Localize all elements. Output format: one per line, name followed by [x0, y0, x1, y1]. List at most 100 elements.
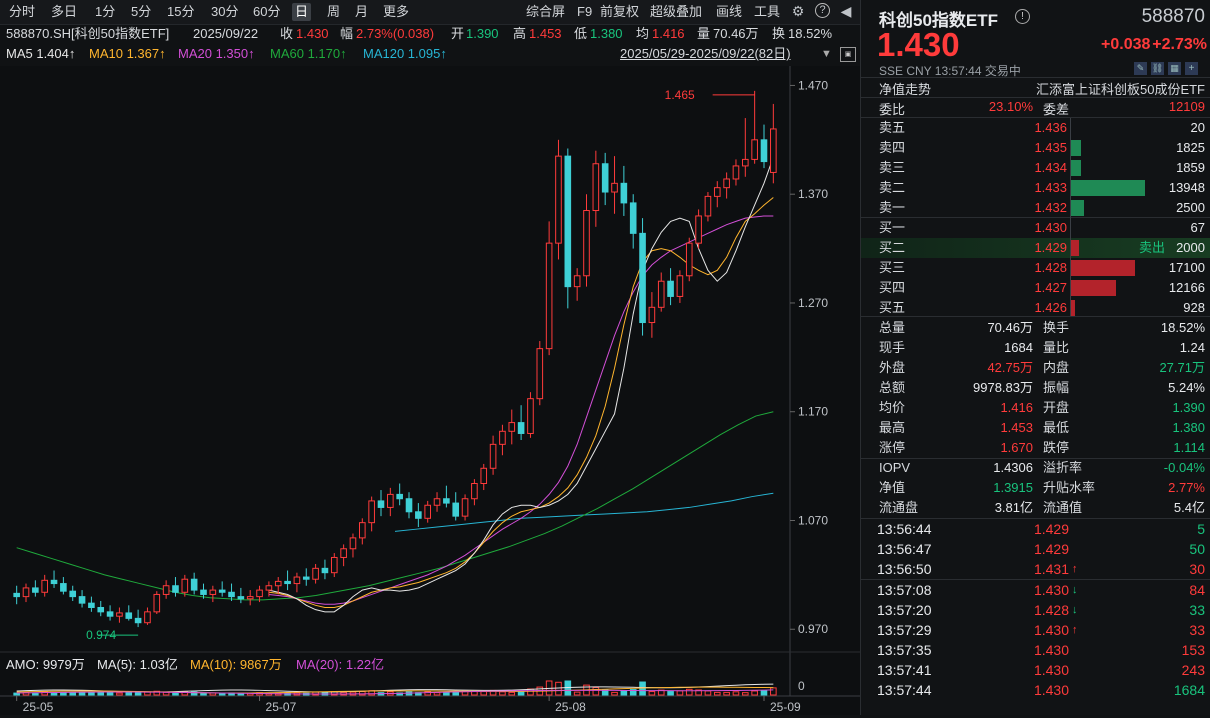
candle-body	[182, 579, 188, 592]
level-label: 买五	[879, 298, 905, 318]
period-toolbar: 分时多日 1分 5分 15分 30分 60分日周月更多 综合屏 F9前复权超级叠加画线工具 ⚙?…	[0, 0, 860, 25]
x-tick-label: 25-05	[23, 700, 54, 714]
ask-level[interactable]: 卖四1.4351825	[861, 138, 1210, 158]
tick-row: 13:56:441.4295	[861, 519, 1210, 539]
y-tick-label: 1.070	[798, 513, 828, 527]
period-tab[interactable]: 30分	[208, 3, 241, 21]
candle-body	[686, 243, 692, 276]
candle-body	[705, 196, 711, 216]
volume-bar	[434, 693, 440, 695]
open-value: 1.390	[466, 24, 499, 44]
nav-trend-link[interactable]: 净值走势	[879, 79, 931, 98]
add-icon[interactable]: +	[1185, 62, 1198, 75]
period-tab[interactable]: 60分	[250, 3, 283, 21]
price-change: +0.038	[1101, 36, 1150, 54]
period-tab[interactable]: 分时	[6, 3, 38, 21]
tick-volume: 84	[1189, 580, 1205, 600]
candle-body	[191, 579, 197, 590]
chevron-down-icon[interactable]: ▼	[821, 44, 832, 64]
bid-level[interactable]: 买二1.4292000卖出	[861, 238, 1210, 258]
volume-bar	[724, 692, 730, 695]
gear-icon[interactable]: ⚙	[790, 3, 806, 19]
toolbar-menu-item[interactable]: 画线	[713, 3, 745, 21]
tick-row: 13:57:201.428↓33	[861, 600, 1210, 620]
close-label: 收	[280, 24, 293, 44]
vol-value: 70.46万	[713, 24, 759, 44]
tick-price: 1.430	[1011, 660, 1069, 680]
toolbar-menu-item[interactable]: 工具	[751, 3, 783, 21]
stat-row: 均价1.416开盘1.390	[861, 398, 1210, 418]
candle-body	[51, 580, 57, 583]
ask-level[interactable]: 卖二1.43313948	[861, 178, 1210, 198]
level-volume: 13948	[1169, 178, 1205, 198]
volume-bar	[33, 693, 39, 695]
fund-code: 588870	[1142, 6, 1205, 28]
arrow-down-icon: ↓	[1072, 580, 1078, 600]
toolbar-menu-item[interactable]: 前复权	[597, 3, 642, 21]
bid-level[interactable]: 买四1.42712166	[861, 278, 1210, 298]
kline-chart-area[interactable]: 1.4701.3701.2701.1701.0700.97025-0525-07…	[0, 66, 860, 715]
info-icon[interactable]: !	[1015, 9, 1030, 24]
period-tab[interactable]: 1分	[92, 3, 118, 21]
tick-volume: 5	[1197, 519, 1205, 539]
level-volume: 20	[1191, 118, 1205, 138]
tick-time: 13:56:47	[877, 539, 932, 559]
period-tab[interactable]: 日	[292, 3, 311, 21]
period-tab[interactable]: 更多	[380, 3, 412, 21]
period-tab[interactable]: 15分	[164, 3, 197, 21]
stat-row: 最高1.453最低1.380	[861, 418, 1210, 438]
stat-label: 量比	[1043, 338, 1069, 358]
period-tab[interactable]: 多日	[48, 3, 80, 21]
bid-level[interactable]: 买五 1.426 928	[861, 298, 1210, 318]
arrow-left-icon[interactable]: ◀	[838, 3, 854, 19]
candle-body	[640, 233, 646, 322]
y-tick-label: 1.170	[798, 405, 828, 419]
avg-label: 均	[636, 24, 649, 44]
amo-legend: MA(20): 1.22亿	[296, 657, 384, 672]
period-tab[interactable]: 月	[352, 3, 371, 21]
toolbar-menu-item[interactable]: 综合屏	[523, 3, 568, 21]
candle-body	[369, 501, 375, 523]
period-tab[interactable]: 5分	[128, 3, 154, 21]
weibi-label: 委比	[879, 99, 905, 118]
y-tick-label: 1.270	[798, 296, 828, 310]
toolbar-menu-item[interactable]: F9	[574, 3, 595, 21]
candle-body	[481, 468, 487, 483]
level-volume: 928	[1183, 298, 1205, 318]
stat-label: 涨停	[879, 438, 905, 458]
ask-level[interactable]: 卖五1.43620	[861, 118, 1210, 138]
level-price: 1.426	[981, 298, 1067, 318]
volume-bar	[472, 692, 478, 695]
candle-body	[752, 140, 758, 160]
ask-level[interactable]: 卖一1.4322500	[861, 198, 1210, 218]
tick-row: 13:56:471.42950	[861, 539, 1210, 559]
ask-level[interactable]: 卖三1.4341859	[861, 158, 1210, 178]
help-icon[interactable]: ?	[815, 3, 830, 18]
candle-body	[388, 494, 394, 507]
tick-row: 13:57:441.4301684	[861, 680, 1210, 700]
symbol-label[interactable]: 588870.SH[科创50指数ETF]	[6, 24, 169, 44]
tick-price: 1.431	[1011, 559, 1069, 579]
bid-level[interactable]: 买三1.42817100	[861, 258, 1210, 278]
candle-body	[219, 590, 225, 592]
stat-label: 溢折率	[1043, 458, 1082, 478]
tick-price: 1.430	[1011, 620, 1069, 640]
period-tab[interactable]: 周	[324, 3, 343, 21]
window-icon[interactable]: ▣	[840, 47, 856, 62]
candle-body	[612, 183, 618, 192]
grid-icon[interactable]: ▦	[1168, 62, 1181, 75]
edit-icon[interactable]: ✎	[1134, 62, 1147, 75]
tick-volume: 33	[1189, 600, 1205, 620]
date-range-selector[interactable]: 2025/05/29-2025/09/22(82日)	[620, 44, 791, 64]
volume-bar	[107, 693, 113, 695]
stat-value: 1.380	[1172, 418, 1205, 438]
bid-level[interactable]: 买一1.43067	[861, 218, 1210, 238]
candle-body	[500, 431, 506, 444]
candle-body	[602, 164, 608, 192]
level-label: 卖二	[879, 178, 905, 198]
toolbar-menu-item[interactable]: 超级叠加	[647, 3, 705, 21]
stat-value: 5.4亿	[1174, 498, 1205, 518]
link-icon[interactable]: ⛓	[1151, 62, 1164, 75]
candle-body	[593, 164, 599, 211]
volume-bar	[574, 692, 580, 695]
